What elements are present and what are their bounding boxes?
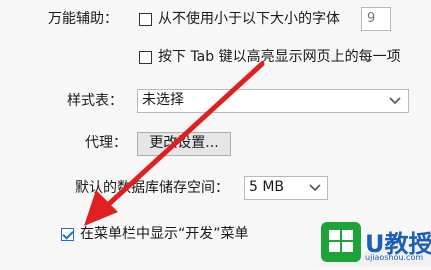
windows-logo-icon xyxy=(321,222,361,262)
watermark-logo: U教授 ujiaoshou.com xyxy=(313,204,431,266)
watermark-url: ujiaoshou.com xyxy=(365,253,424,262)
